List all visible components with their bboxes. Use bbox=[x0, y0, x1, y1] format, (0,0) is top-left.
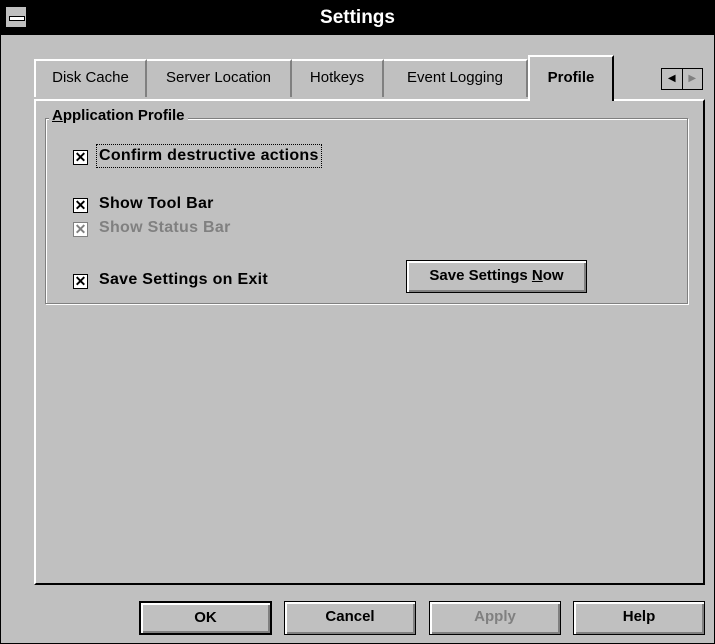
confirm-destructive-checkbox[interactable]: ✕ bbox=[73, 150, 88, 165]
window-title: Settings bbox=[320, 7, 395, 28]
help-button[interactable]: Help bbox=[573, 601, 705, 635]
tab-disk-cache[interactable]: Disk Cache bbox=[34, 59, 147, 97]
save-on-exit-checkbox[interactable]: ✕ bbox=[73, 274, 88, 289]
show-toolbar-checkbox[interactable]: ✕ bbox=[73, 198, 88, 213]
title-bar: Settings bbox=[1, 1, 714, 35]
save-on-exit-label[interactable]: Save Settings on Exit bbox=[99, 271, 268, 289]
group-label: Application Profile bbox=[49, 107, 188, 124]
tab-profile[interactable]: Profile bbox=[528, 55, 614, 101]
apply-button: Apply bbox=[429, 601, 561, 635]
right-arrow-icon[interactable]: ▶ bbox=[683, 69, 703, 89]
show-toolbar-label[interactable]: Show Tool Bar bbox=[99, 195, 214, 213]
left-arrow-icon[interactable]: ◀ bbox=[662, 69, 683, 89]
tab-event-logging[interactable]: Event Logging bbox=[384, 59, 528, 97]
tab-scroll-buttons: ◀ ▶ bbox=[661, 68, 703, 90]
confirm-destructive-label[interactable]: Confirm destructive actions bbox=[96, 144, 322, 168]
tab-hotkeys[interactable]: Hotkeys bbox=[292, 59, 384, 97]
cancel-button[interactable]: Cancel bbox=[284, 601, 416, 635]
tab-server-location[interactable]: Server Location bbox=[147, 59, 292, 97]
ok-button[interactable]: OK bbox=[139, 601, 272, 635]
save-settings-now-button[interactable]: Save Settings Now bbox=[406, 260, 587, 293]
show-statusbar-label: Show Status Bar bbox=[99, 219, 231, 236]
settings-window: Settings Disk Cache Server Location Hotk… bbox=[0, 0, 715, 644]
show-statusbar-checkbox: ✕ bbox=[73, 221, 88, 237]
